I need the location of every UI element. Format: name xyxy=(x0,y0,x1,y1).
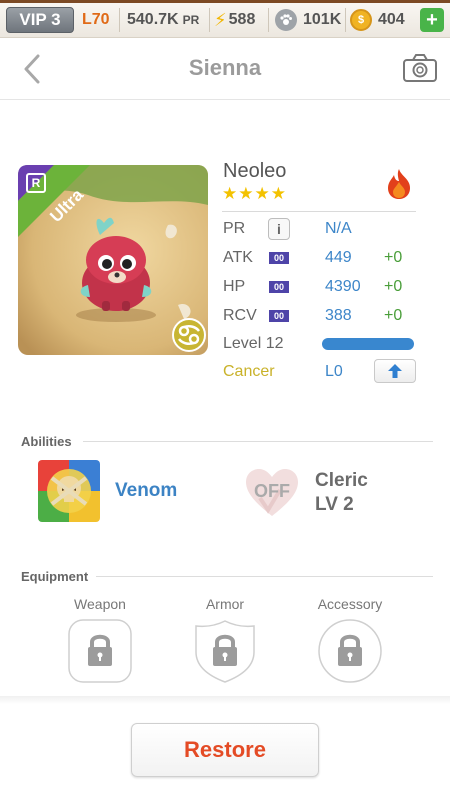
pr-label: PR xyxy=(223,220,246,237)
divider xyxy=(96,576,433,577)
armor-slot[interactable] xyxy=(192,618,258,684)
power-rating-value: 540.7K xyxy=(127,11,179,28)
star-rating: ★★★★ xyxy=(222,184,287,203)
ability-level: LV 2 xyxy=(315,494,354,515)
upgrade-zodiac-button[interactable] xyxy=(374,359,416,383)
rcv-level-badge: 00 xyxy=(269,310,289,322)
rcv-value: 388 xyxy=(325,307,352,324)
coin-counter[interactable]: $ 404 xyxy=(350,9,405,31)
weapon-slot-label: Weapon xyxy=(74,596,126,612)
status-bar: VIP 3 L70 540.7K PR ⚡ 588 101K $ 404 + xyxy=(0,0,450,38)
power-rating-unit: PR xyxy=(182,13,200,27)
info-icon: i xyxy=(277,221,281,237)
rank-badge: R xyxy=(26,173,46,193)
venom-ability-icon[interactable] xyxy=(38,460,100,522)
atk-value: 449 xyxy=(325,249,352,266)
add-currency-button[interactable]: + xyxy=(420,8,444,32)
hp-label: HP xyxy=(223,278,246,295)
paw-counter[interactable]: 101K xyxy=(275,9,341,31)
divider xyxy=(0,696,450,704)
zodiac-level: L0 xyxy=(325,363,343,380)
rcv-bonus: +0 xyxy=(384,307,403,324)
energy-counter[interactable]: ⚡ 588 xyxy=(214,9,255,31)
level-progress-bar xyxy=(322,338,414,350)
atk-level-badge: 00 xyxy=(269,252,289,264)
coin-icon: $ xyxy=(350,9,372,31)
divider xyxy=(268,8,269,32)
atk-bonus: +0 xyxy=(384,249,403,266)
accessory-slot[interactable] xyxy=(317,618,383,684)
atk-label: ATK xyxy=(223,249,253,266)
armor-slot-label: Armor xyxy=(205,596,245,612)
lightning-icon: ⚡ xyxy=(214,9,227,30)
hp-value: 4390 xyxy=(325,278,361,295)
pet-level: Level 12 xyxy=(223,335,284,352)
ability-off-status: OFF xyxy=(254,481,290,501)
ability-name[interactable]: Venom xyxy=(115,480,177,502)
page-title: Sienna xyxy=(188,55,262,80)
divider xyxy=(119,8,120,32)
paw-value: 101K xyxy=(303,11,342,28)
camera-button[interactable] xyxy=(402,53,438,83)
divider xyxy=(345,8,346,32)
ability-name[interactable]: Cleric xyxy=(315,470,368,492)
page-header: Sienna xyxy=(0,38,450,100)
divider xyxy=(222,211,416,212)
accessory-slot-label: Accessory xyxy=(317,596,383,612)
vip-badge[interactable]: VIP 3 xyxy=(6,7,74,33)
equipment-section-title: Equipment xyxy=(21,569,89,584)
cancer-zodiac-icon xyxy=(172,318,206,352)
fire-element-icon xyxy=(382,167,416,201)
power-rating: 540.7K PR xyxy=(127,9,199,31)
pr-value: N/A xyxy=(325,220,352,237)
divider xyxy=(83,441,433,442)
arrow-up-icon xyxy=(388,364,402,378)
zodiac-name: Cancer xyxy=(223,363,275,380)
hp-level-badge: 00 xyxy=(269,281,289,293)
paw-icon xyxy=(275,9,297,31)
player-level: L70 xyxy=(82,11,110,28)
divider xyxy=(209,8,210,32)
hp-bonus: +0 xyxy=(384,278,403,295)
abilities-section-title: Abilities xyxy=(21,434,72,449)
camera-icon xyxy=(403,54,437,82)
coin-value: 404 xyxy=(378,11,405,28)
energy-value: 588 xyxy=(228,11,256,28)
pet-name: Neoleo xyxy=(223,160,287,182)
restore-button[interactable]: Restore xyxy=(131,723,319,777)
weapon-slot[interactable] xyxy=(67,618,133,684)
info-button[interactable]: i xyxy=(268,218,290,240)
rcv-label: RCV xyxy=(223,307,257,324)
